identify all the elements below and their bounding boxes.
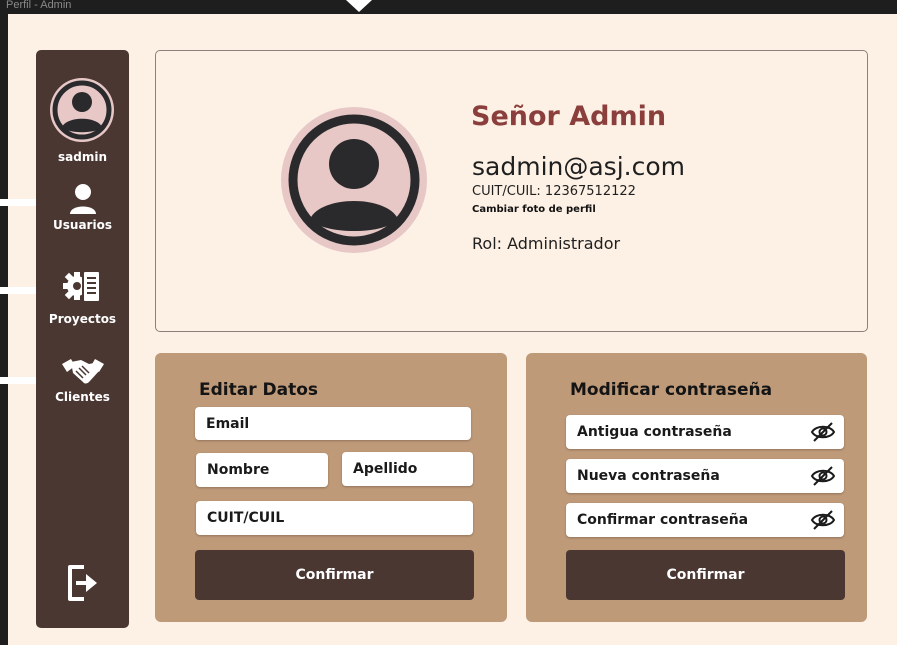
eye-off-icon[interactable]	[810, 421, 836, 443]
edit-data-confirm-button[interactable]: Confirmar	[195, 550, 474, 600]
eye-off-icon[interactable]	[810, 509, 836, 531]
change-password-confirm-button[interactable]: Confirmar	[566, 550, 845, 600]
sidebar: sadmin Usuarios Proyectos Clientes	[36, 50, 129, 628]
email-field[interactable]: Email	[195, 407, 471, 440]
change-password-title: Modificar contraseña	[570, 380, 773, 400]
sidebar-item-clientes[interactable]: Clientes	[36, 356, 129, 404]
old-password-field[interactable]: Antigua contraseña	[566, 415, 844, 449]
change-password-panel: Modificar contraseña Antigua contraseña …	[526, 353, 867, 622]
sidebar-item-label: Usuarios	[53, 218, 112, 232]
confirm-password-label: Confirmar contraseña	[577, 512, 749, 528]
sidebar-username: sadmin	[58, 150, 107, 164]
logout-button[interactable]	[64, 561, 100, 605]
last-name-field-label: Apellido	[353, 461, 418, 477]
user-icon	[69, 184, 96, 214]
window-title-bar: Perfil - Admin	[0, 0, 897, 14]
cuit-field-label: CUIT/CUIL	[207, 510, 285, 526]
avatar-icon	[52, 80, 112, 140]
edit-data-title: Editar Datos	[199, 380, 319, 400]
frame-notch	[346, 0, 372, 12]
profile-role: Rol: Administrador	[472, 234, 621, 253]
confirm-password-field[interactable]: Confirmar contraseña	[566, 503, 844, 537]
profile-cuit: CUIT/CUIL: 12367512122	[472, 184, 636, 199]
sidebar-item-label: Clientes	[55, 390, 110, 404]
frame-label: Perfil - Admin	[6, 0, 72, 11]
change-photo-link[interactable]: Cambiar foto de perfil	[472, 204, 596, 215]
last-name-field[interactable]: Apellido	[342, 452, 473, 486]
sidebar-item-usuarios[interactable]: Usuarios	[36, 182, 129, 232]
profile-photo[interactable]	[281, 107, 427, 253]
eye-off-icon[interactable]	[810, 465, 836, 487]
handshake-icon	[61, 359, 104, 384]
new-password-field[interactable]: Nueva contraseña	[566, 459, 844, 493]
profile-name: Señor Admin	[471, 101, 667, 132]
edit-data-panel: Editar Datos Email Nombre Apellido CUIT/…	[155, 353, 507, 622]
sidebar-item-proyectos[interactable]: Proyectos	[36, 266, 129, 326]
cuit-field[interactable]: CUIT/CUIL	[196, 501, 473, 535]
old-password-label: Antigua contraseña	[577, 424, 732, 440]
first-name-field[interactable]: Nombre	[196, 453, 328, 487]
first-name-field-label: Nombre	[207, 462, 270, 478]
profile-card: Señor Admin sadmin@asj.com CUIT/CUIL: 12…	[155, 50, 868, 332]
logout-icon	[68, 565, 97, 601]
avatar-icon	[281, 107, 427, 253]
profile-email: sadmin@asj.com	[472, 152, 685, 181]
email-field-label: Email	[206, 415, 250, 432]
new-password-label: Nueva contraseña	[577, 468, 720, 484]
project-gear-icon	[62, 270, 101, 303]
sidebar-avatar[interactable]	[50, 78, 114, 142]
sidebar-item-label: Proyectos	[48, 312, 117, 326]
